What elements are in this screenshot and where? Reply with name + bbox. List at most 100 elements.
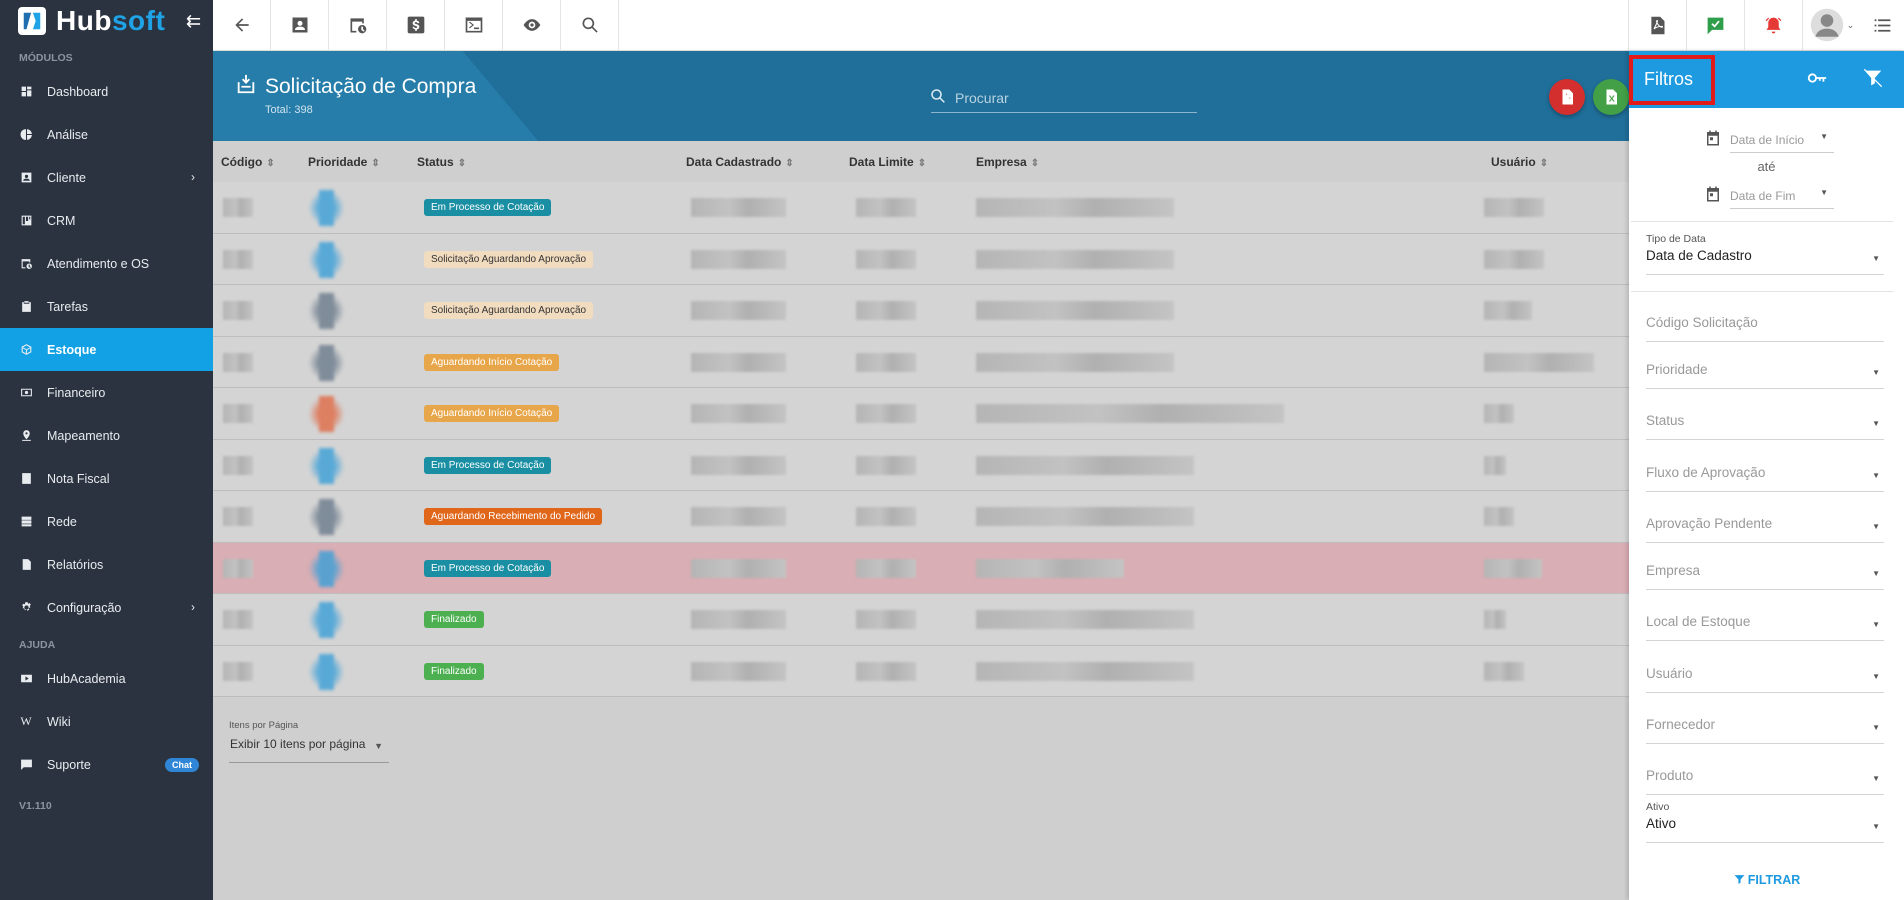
search-field: [931, 85, 1197, 113]
table-header: Código ⇕ Prioridade ⇕ Status ⇕ Data Cadastr…: [213, 141, 1629, 182]
back-button[interactable]: [213, 0, 271, 50]
sidebar-item-crm[interactable]: CRM: [0, 199, 213, 242]
search-button[interactable]: [561, 0, 619, 50]
column-usuario[interactable]: Usuário ⇕: [1491, 155, 1548, 169]
table-row[interactable]: Aguardando Recebimento do Pedido: [213, 491, 1629, 543]
date-start-field[interactable]: Data de Início ▼: [1704, 127, 1834, 153]
filter-button[interactable]: FILTRAR: [1629, 873, 1904, 887]
date-type-select[interactable]: Data de Cadastro ▼: [1646, 248, 1884, 275]
sidebar-item-hubacademia[interactable]: HubAcademia: [0, 657, 213, 700]
empresa-cell: [976, 301, 1174, 320]
user-menu[interactable]: ⌄: [1802, 0, 1860, 50]
sidebar-item-mapeamento[interactable]: Mapeamento: [0, 414, 213, 457]
contacts-button[interactable]: [271, 0, 329, 50]
clear-filter-button[interactable]: [1862, 67, 1886, 91]
caret-down-icon: ▼: [1872, 620, 1880, 629]
codigo-solicitacao-input[interactable]: Código Solicitação: [1646, 315, 1884, 342]
empresa-cell: [976, 661, 1194, 681]
prioridade-select[interactable]: Prioridade ▼: [1646, 362, 1884, 389]
table-row[interactable]: Aguardando Início Cotação: [213, 336, 1629, 388]
local-estoque-select[interactable]: Local de Estoque ▼: [1646, 614, 1884, 641]
menu-button[interactable]: [1860, 0, 1904, 50]
sidebar: Hubsoft ⇇ MÓDULOS Dashboard Análise Clie…: [0, 0, 213, 900]
search-icon: [931, 89, 945, 103]
filter-panel: Filtros Data de Início ▼ até Data de Fim…: [1629, 51, 1904, 900]
pdf-button[interactable]: [1628, 0, 1686, 50]
ativo-select[interactable]: Ativo ▼: [1646, 816, 1884, 843]
sidebar-item-cliente[interactable]: Cliente ›: [0, 156, 213, 199]
fluxo-aprovacao-select[interactable]: Fluxo de Aprovação ▼: [1646, 465, 1884, 492]
sidebar-item-wiki[interactable]: W Wiki: [0, 700, 213, 743]
usuario-select[interactable]: Usuário ▼: [1646, 666, 1884, 693]
items-per-page-select[interactable]: Exibir 10 itens por página ▼: [229, 737, 389, 763]
table-row[interactable]: Finalizado: [213, 645, 1629, 697]
date-end-field[interactable]: Data de Fim ▼: [1704, 183, 1834, 209]
sidebar-item-analise[interactable]: Análise: [0, 113, 213, 156]
table-row[interactable]: Solicitação Aguardando Aprovação: [213, 233, 1629, 285]
server-icon: [19, 515, 33, 529]
produto-select[interactable]: Produto ▼: [1646, 768, 1884, 795]
main-content: Solicitação de Compra Total: 398 Código⇕…: [213, 51, 1629, 900]
key-button[interactable]: [1806, 67, 1830, 91]
codigo-cell: [223, 661, 253, 681]
sort-icon: ⇕: [371, 158, 380, 169]
terminal-button[interactable]: [445, 0, 503, 50]
aprovacao-pendente-select[interactable]: Aprovação Pendente ▼: [1646, 516, 1884, 543]
sidebar-item-tarefas[interactable]: Tarefas: [0, 285, 213, 328]
codigo-cell: [223, 455, 253, 475]
sidebar-item-nota-fiscal[interactable]: Nota Fiscal: [0, 457, 213, 500]
key-icon: [1807, 73, 1827, 83]
usuario-cell: [1484, 404, 1514, 423]
sidebar-item-relatorios[interactable]: Relatórios: [0, 543, 213, 586]
column-data-limite[interactable]: Data Limite ⇕: [849, 155, 926, 169]
search-input[interactable]: [955, 85, 1195, 111]
sidebar-item-rede[interactable]: Rede: [0, 500, 213, 543]
table-row[interactable]: Solicitação Aguardando Aprovação: [213, 285, 1629, 337]
clipboard-icon: [19, 300, 33, 314]
column-data-cadastrado[interactable]: Data Cadastrado ⇕: [686, 155, 794, 169]
usuario-cell: [1484, 558, 1542, 578]
finance-button[interactable]: [387, 0, 445, 50]
fornecedor-select[interactable]: Fornecedor ▼: [1646, 717, 1884, 744]
data-cadastrado-cell: [691, 455, 786, 475]
column-status[interactable]: Status ⇕: [417, 155, 466, 169]
sidebar-item-atendimento[interactable]: Atendimento e OS: [0, 242, 213, 285]
table-row[interactable]: Em Processo de Cotação: [213, 182, 1629, 234]
priority-indicator: [308, 602, 345, 638]
export-pdf-button[interactable]: [1549, 79, 1585, 115]
empresa-select[interactable]: Empresa ▼: [1646, 563, 1884, 590]
schedule-button[interactable]: [329, 0, 387, 50]
table-row[interactable]: Aguardando Início Cotação: [213, 388, 1629, 440]
status-select[interactable]: Status ▼: [1646, 413, 1884, 440]
sidebar-item-dashboard[interactable]: Dashboard: [0, 70, 213, 113]
date-end-label: Data de Fim: [1730, 189, 1834, 209]
money-icon: [19, 386, 33, 400]
sidebar-item-financeiro[interactable]: Financeiro: [0, 371, 213, 414]
tasks-ok-button[interactable]: [1686, 0, 1744, 50]
codigo-cell: [223, 198, 253, 217]
collapse-sidebar-icon[interactable]: ⇇: [186, 11, 201, 32]
logo[interactable]: Hubsoft: [0, 0, 213, 42]
data-cadastrado-cell: [691, 558, 786, 578]
caret-down-icon: ▼: [1872, 254, 1880, 263]
usuario-cell: [1484, 455, 1506, 475]
sidebar-item-suporte[interactable]: Suporte Chat: [0, 743, 213, 786]
contact-card-icon: [292, 17, 307, 33]
table-row[interactable]: Finalizado: [213, 594, 1629, 646]
export-excel-button[interactable]: [1593, 79, 1629, 115]
view-button[interactable]: [503, 0, 561, 50]
caret-down-icon: ▼: [1820, 132, 1828, 141]
caret-down-icon: ▼: [1872, 471, 1880, 480]
chat-badge[interactable]: Chat: [165, 758, 199, 772]
table-row[interactable]: Em Processo de Cotação: [213, 439, 1629, 491]
data-limite-cell: [856, 558, 916, 578]
codigo-cell: [223, 404, 253, 423]
notifications-button[interactable]: [1744, 0, 1802, 50]
sidebar-item-estoque[interactable]: Estoque: [0, 328, 213, 371]
spreadsheet-icon: [1606, 89, 1617, 105]
table-row[interactable]: Em Processo de Cotação: [213, 542, 1629, 594]
column-prioridade[interactable]: Prioridade ⇕: [308, 155, 380, 169]
sidebar-item-configuracao[interactable]: Configuração ›: [0, 586, 213, 629]
column-empresa[interactable]: Empresa ⇕: [976, 155, 1039, 169]
column-codigo[interactable]: Código ⇕: [221, 155, 275, 169]
